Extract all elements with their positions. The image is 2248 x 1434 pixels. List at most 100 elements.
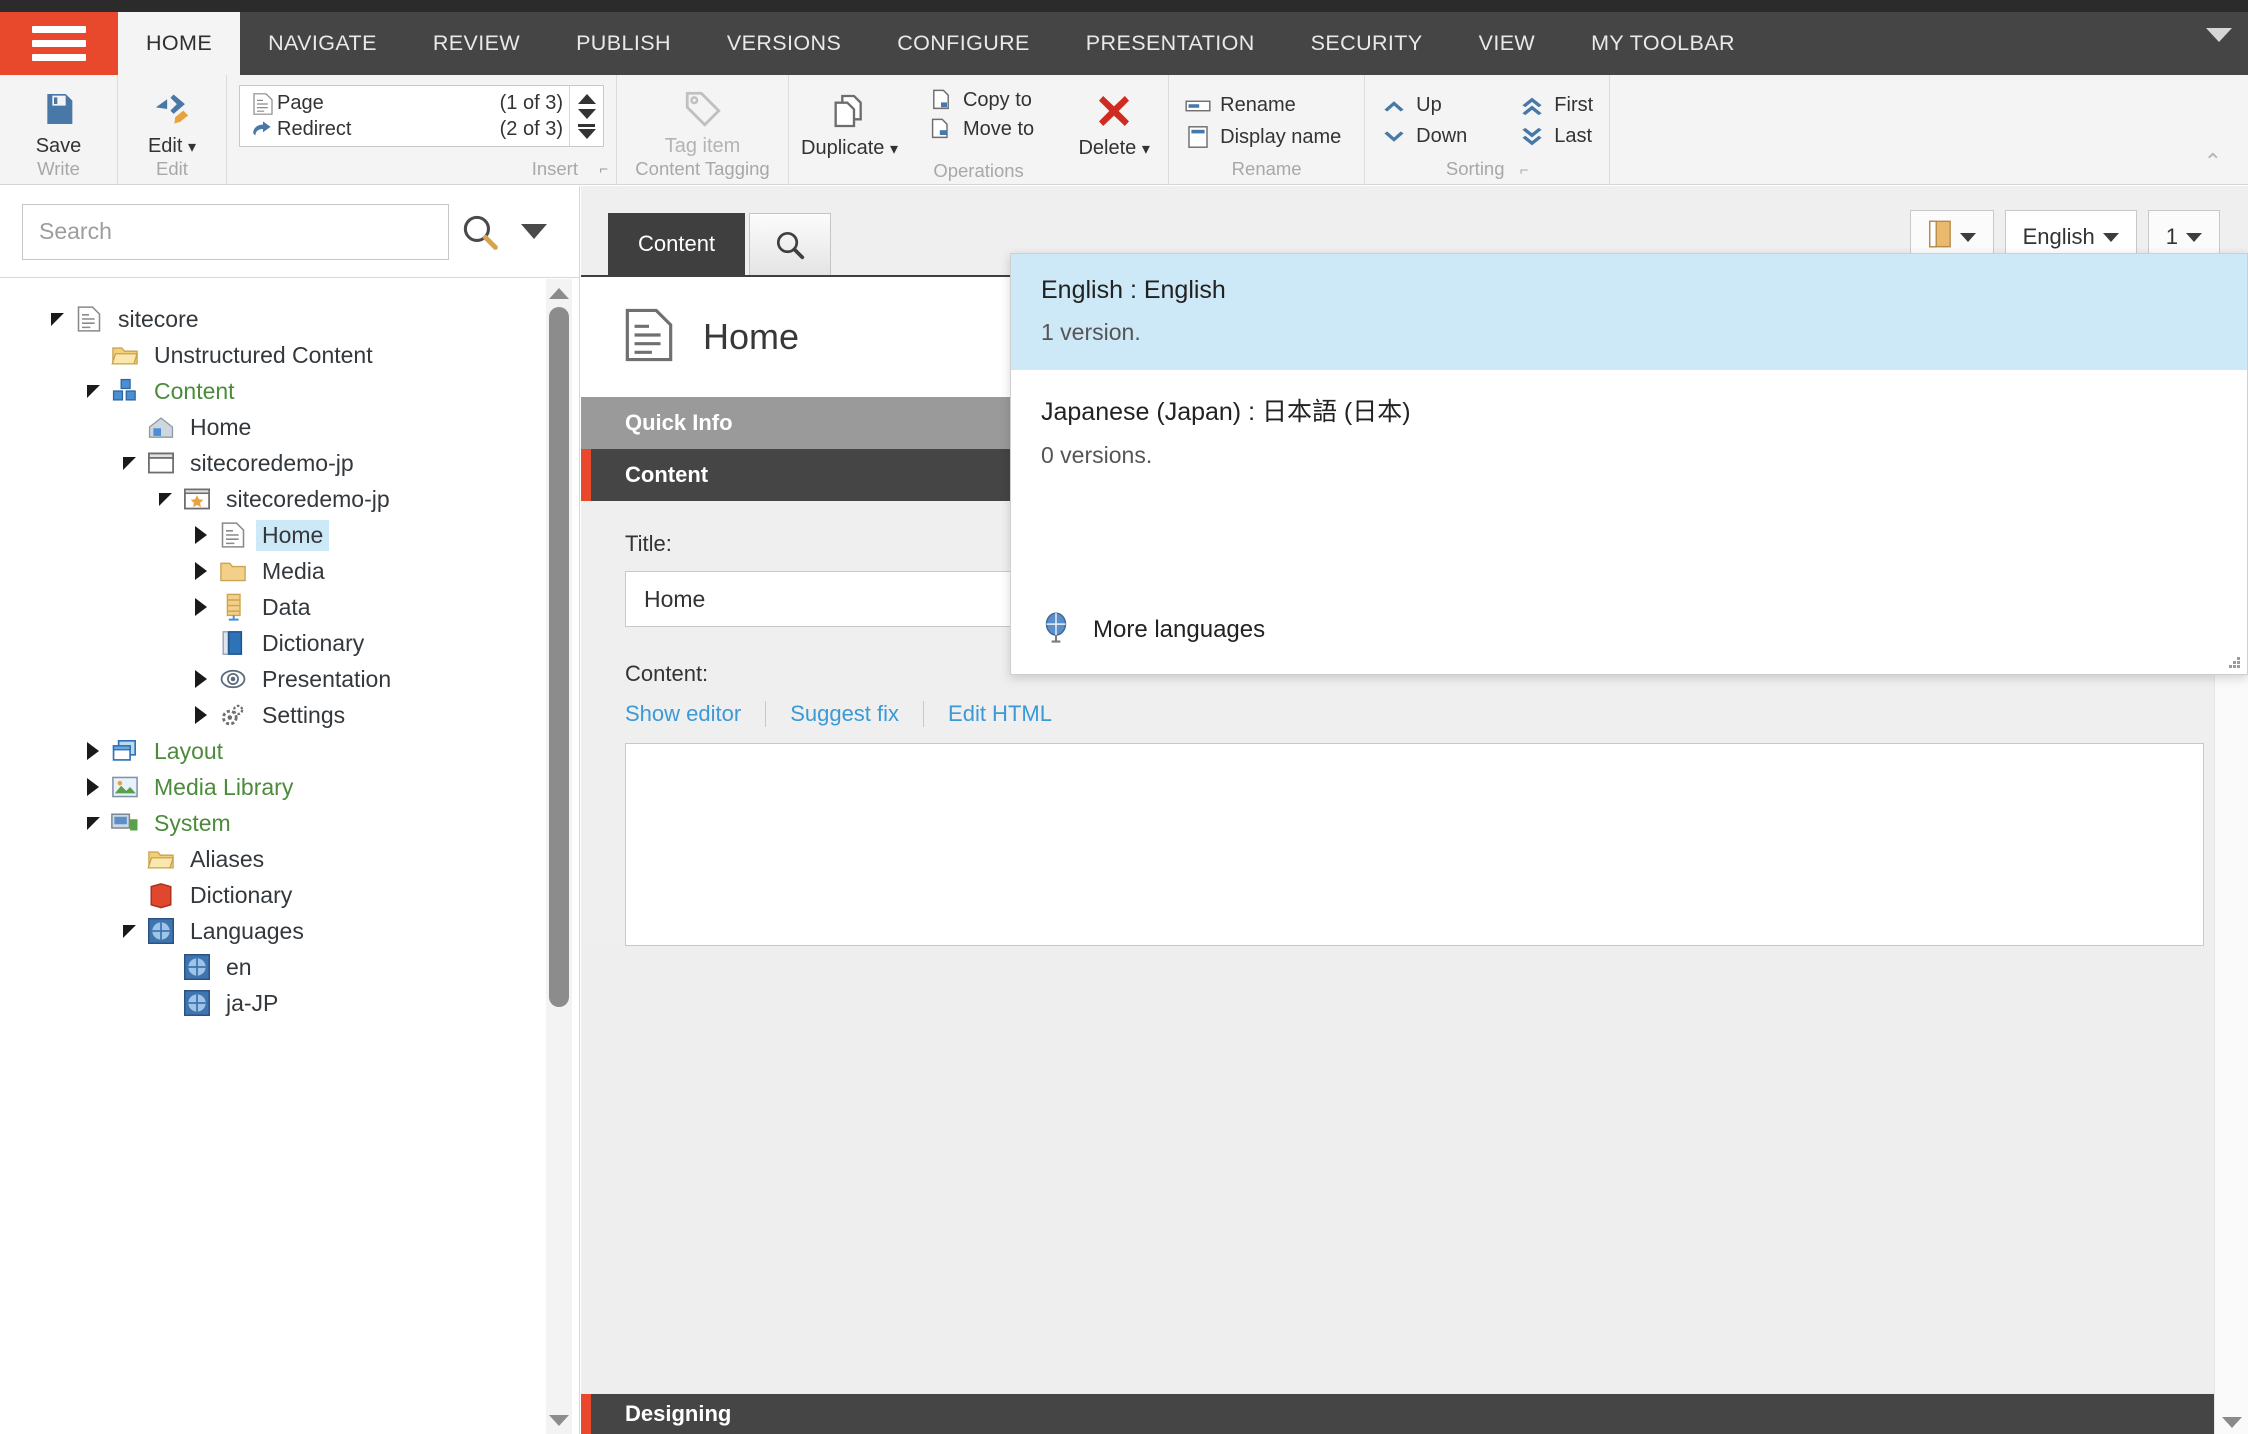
tree-node-sitecoredemo-jp[interactable]: sitecoredemo-jp: [42, 481, 580, 517]
tree-node-system[interactable]: System: [42, 805, 580, 841]
tree-node-sitecoredemo-jp[interactable]: sitecoredemo-jp: [42, 445, 580, 481]
edit-html-link[interactable]: Edit HTML: [948, 701, 1052, 727]
insert-gallery-scroller[interactable]: [569, 86, 603, 146]
tree-node-data[interactable]: Data: [42, 589, 580, 625]
expand-icon[interactable]: [186, 670, 216, 688]
tab-security[interactable]: SECURITY: [1283, 12, 1451, 75]
content-scroll-down-icon[interactable]: [2222, 1417, 2242, 1428]
content-field-input[interactable]: [625, 743, 2204, 946]
move-to-button[interactable]: Move to: [924, 116, 1038, 142]
more-languages-label: More languages: [1093, 615, 1266, 643]
chevron-down-icon: [2186, 232, 2202, 242]
tree-node-dictionary[interactable]: Dictionary: [42, 877, 580, 913]
tree-node-dictionary[interactable]: Dictionary: [42, 625, 580, 661]
tab-versions[interactable]: VERSIONS: [699, 12, 869, 75]
app-menu-button[interactable]: [0, 12, 118, 75]
expand-icon[interactable]: [78, 742, 108, 760]
operations-small-buttons: Copy to Move to: [924, 83, 1038, 142]
scroll-up-icon[interactable]: [577, 93, 596, 104]
tree-node-aliases[interactable]: Aliases: [42, 841, 580, 877]
content-tree[interactable]: sitecore Unstructured Content Content Home s…: [0, 279, 580, 1434]
sort-first-button[interactable]: First: [1515, 93, 1597, 118]
expand-icon[interactable]: [186, 598, 216, 616]
expand-icon[interactable]: [78, 778, 108, 796]
dialog-launcher-icon[interactable]: ⌐: [599, 161, 608, 178]
tree-node-en[interactable]: en: [42, 949, 580, 985]
duplicate-button[interactable]: Duplicate ▾: [801, 83, 898, 160]
tree-node-presentation[interactable]: Presentation: [42, 661, 580, 697]
suggest-fix-link[interactable]: Suggest fix: [790, 701, 899, 727]
section-designing[interactable]: Designing: [581, 1394, 2214, 1434]
tree-node-media[interactable]: Media: [42, 553, 580, 589]
collapse-icon[interactable]: [114, 924, 144, 938]
tree-node-settings[interactable]: Settings: [42, 697, 580, 733]
tab-home[interactable]: HOME: [118, 12, 241, 75]
collapse-icon[interactable]: [78, 816, 108, 830]
scroll-down-icon[interactable]: [577, 108, 596, 119]
expand-icon[interactable]: [186, 562, 216, 580]
show-editor-link[interactable]: Show editor: [625, 701, 741, 727]
chevron-down-icon: ▾: [188, 139, 197, 156]
tab-content[interactable]: Content: [608, 213, 746, 275]
tree-node-sitecore[interactable]: sitecore: [42, 301, 580, 337]
sort-last-label: Last: [1554, 125, 1593, 147]
sort-last-button[interactable]: Last: [1515, 124, 1597, 149]
tree-node-home[interactable]: Home: [42, 517, 580, 553]
tree-node-home[interactable]: Home: [42, 409, 580, 445]
tree-node-label: Layout: [154, 737, 224, 764]
tab-navigate[interactable]: NAVIGATE: [240, 12, 405, 75]
tree-scroll-thumb[interactable]: [549, 307, 569, 1007]
search-input[interactable]: [39, 218, 432, 245]
tab-my-toolbar[interactable]: MY TOOLBAR: [1563, 12, 1763, 75]
rename-button[interactable]: Rename: [1181, 93, 1352, 118]
tab-configure[interactable]: CONFIGURE: [869, 12, 1058, 75]
tab-review[interactable]: REVIEW: [405, 12, 548, 75]
tab-search[interactable]: [749, 213, 832, 275]
ribbon-group-rename: Rename Display name Rename: [1169, 75, 1366, 185]
expand-icon[interactable]: [186, 526, 216, 544]
scroll-more-icon[interactable]: [577, 123, 596, 139]
dialog-launcher-icon[interactable]: ⌐: [1520, 162, 1529, 179]
insert-page-count: (1 of 3): [499, 92, 563, 114]
chevron-down-icon: ▾: [889, 141, 898, 158]
sort-down-label: Down: [1416, 125, 1468, 147]
sort-down-button[interactable]: Down: [1377, 124, 1471, 149]
search-input-wrap[interactable]: [22, 203, 449, 260]
search-icon[interactable]: [449, 212, 511, 252]
insert-item-redirect[interactable]: Redirect (2 of 3): [249, 118, 563, 141]
collapse-icon[interactable]: [114, 456, 144, 470]
collapse-icon[interactable]: [150, 492, 180, 506]
tab-publish[interactable]: PUBLISH: [548, 12, 699, 75]
copy-to-button[interactable]: Copy to: [924, 87, 1038, 113]
tree-scrollbar[interactable]: [546, 279, 572, 1434]
insert-item-page[interactable]: Page (1 of 3): [249, 92, 563, 116]
tree-node-media-library[interactable]: Media Library: [42, 769, 580, 805]
delete-button[interactable]: Delete ▾: [1072, 83, 1156, 160]
tab-view[interactable]: VIEW: [1451, 12, 1564, 75]
chevron-down-icon[interactable]: [2206, 28, 2232, 42]
more-languages-button[interactable]: More languages: [1011, 585, 2247, 674]
tree-node-unstructured-content[interactable]: Unstructured Content: [42, 337, 580, 373]
save-button[interactable]: Save: [12, 81, 105, 158]
tree-scroll-down-icon[interactable]: [546, 1408, 572, 1432]
tree-node-languages[interactable]: Languages: [42, 913, 580, 949]
sort-up-button[interactable]: Up: [1377, 93, 1471, 118]
expand-icon[interactable]: [186, 706, 216, 724]
edit-button[interactable]: Edit ▾: [130, 81, 214, 158]
collapse-icon[interactable]: [42, 312, 72, 326]
search-options-icon[interactable]: [511, 224, 557, 239]
tree-node-layout[interactable]: Layout: [42, 733, 580, 769]
collapse-ribbon-icon[interactable]: ⌃: [2204, 149, 2236, 185]
language-option-english[interactable]: English : English 1 version.: [1011, 254, 2247, 370]
edit-text: Edit: [147, 135, 183, 157]
folder-open-icon: [108, 342, 142, 368]
language-option-japanese[interactable]: Japanese (Japan) : 日本語 (日本) 0 versions.: [1011, 370, 2247, 493]
tag-item-button[interactable]: Tag item: [629, 81, 776, 158]
resize-grip-icon[interactable]: [2229, 657, 2241, 669]
collapse-icon[interactable]: [78, 384, 108, 398]
tree-node-ja-jp[interactable]: ja-JP: [42, 985, 580, 1021]
display-name-button[interactable]: Display name: [1181, 124, 1352, 150]
tab-presentation[interactable]: PRESENTATION: [1058, 12, 1283, 75]
tree-scroll-up-icon[interactable]: [546, 281, 572, 305]
tree-node-content[interactable]: Content: [42, 373, 580, 409]
